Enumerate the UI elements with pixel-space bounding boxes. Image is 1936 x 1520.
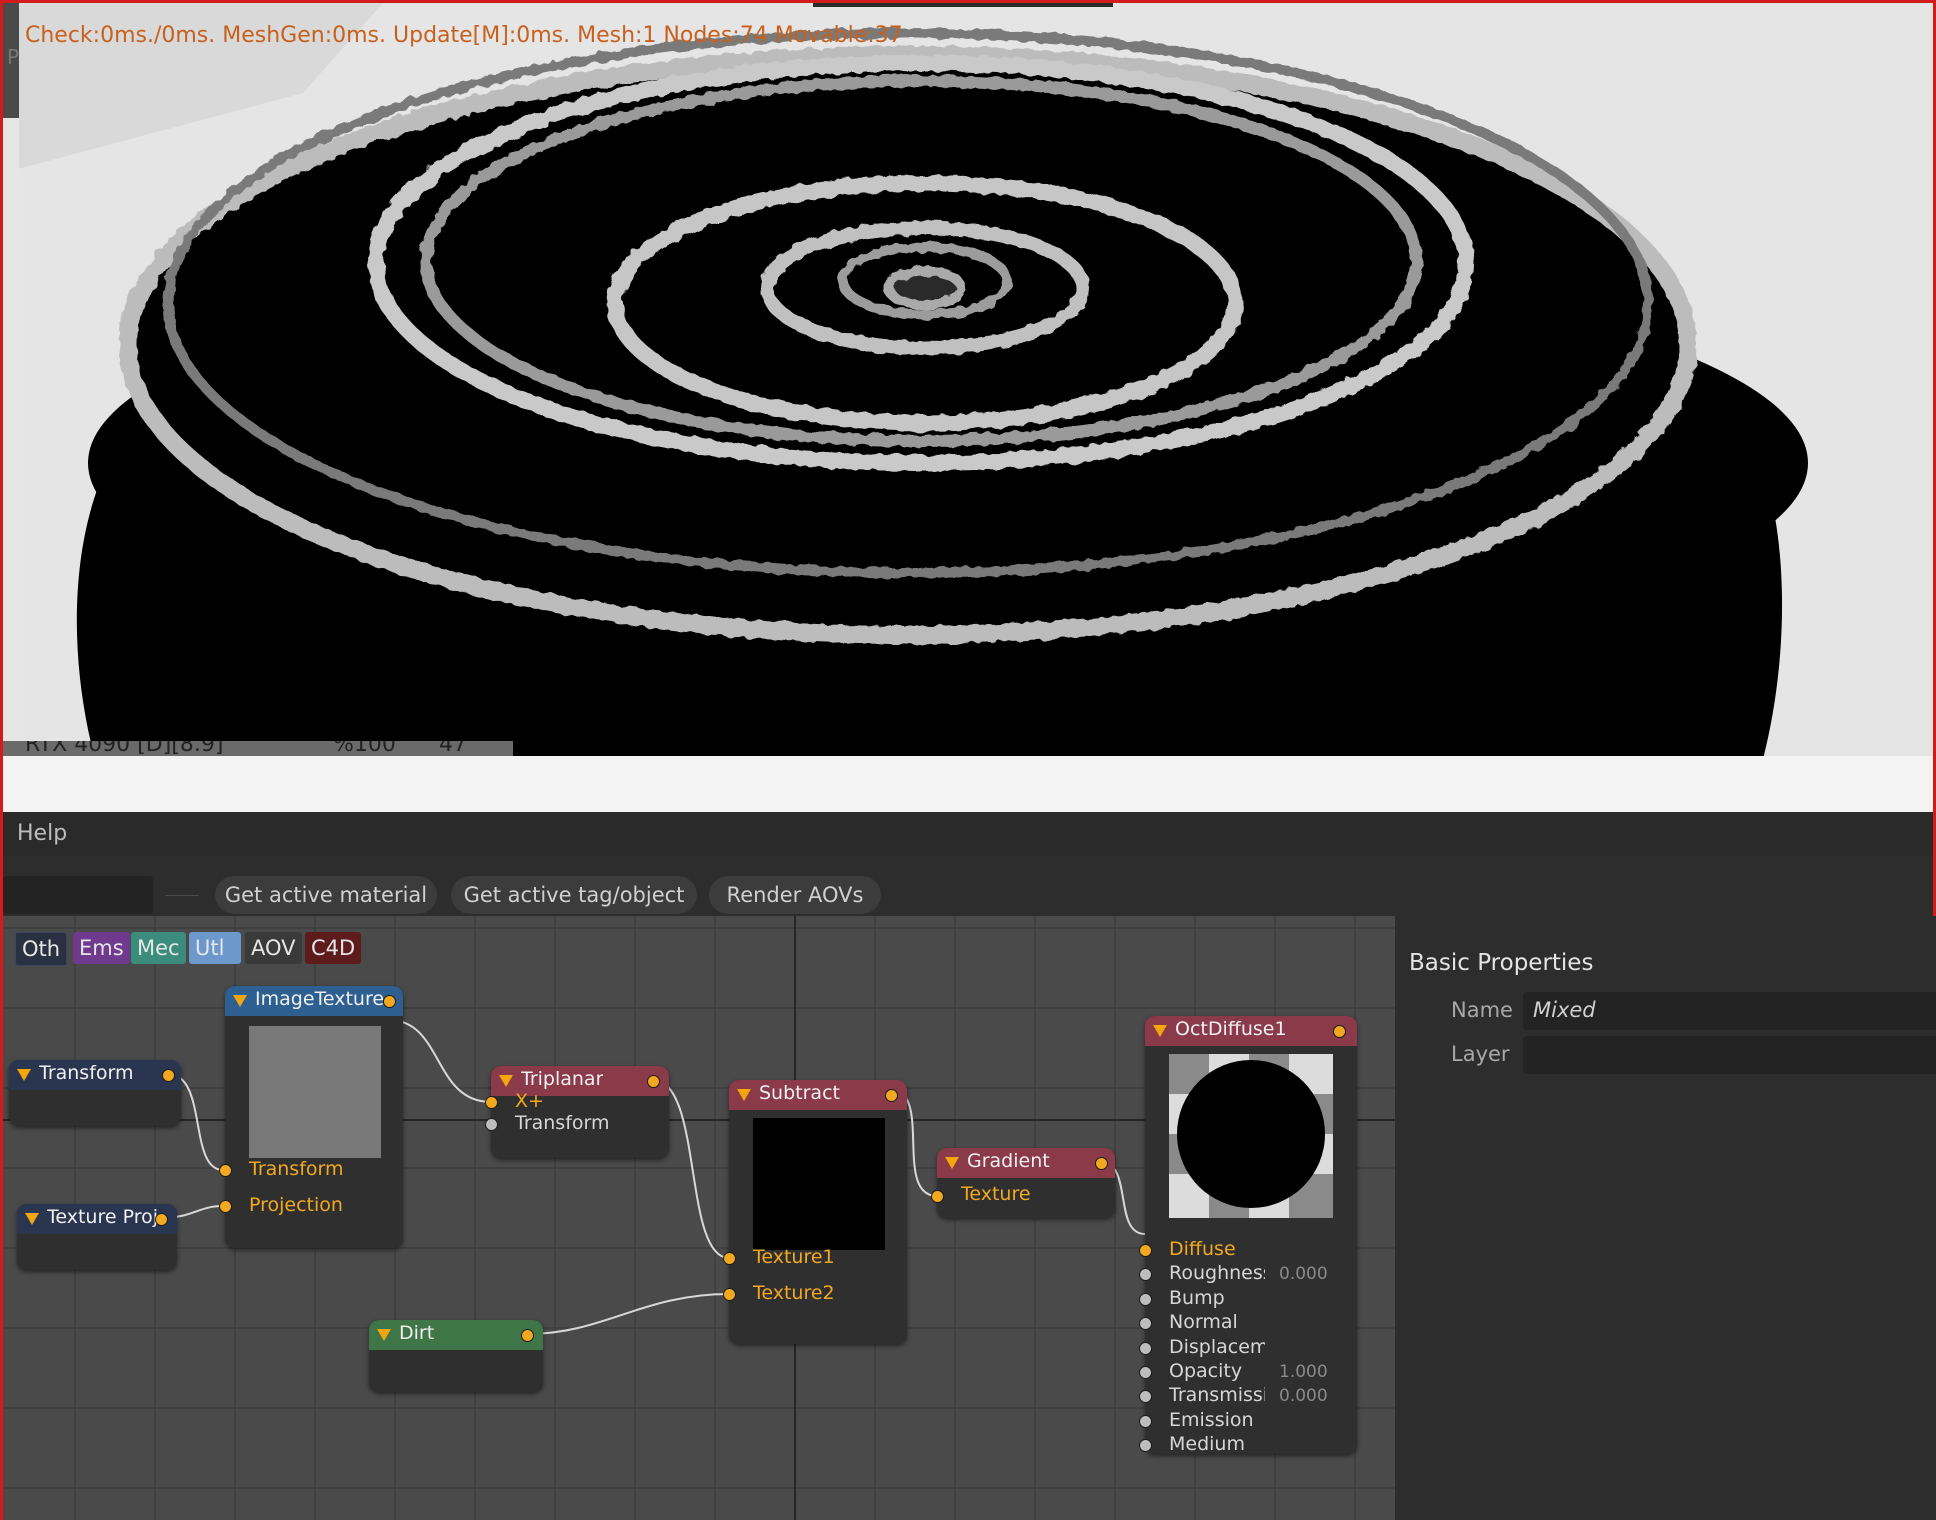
- input-port[interactable]: [723, 1252, 736, 1265]
- dirt-node[interactable]: Dirt: [369, 1320, 543, 1392]
- pin-label: Bump: [1169, 1286, 1225, 1309]
- input-port[interactable]: [219, 1200, 232, 1213]
- pin-label: Texture: [961, 1183, 1031, 1205]
- gpu-percent-label: %100: [333, 741, 396, 756]
- pin-value[interactable]: 0.000: [1279, 1386, 1328, 1406]
- texture-projection-node[interactable]: Texture Proj: [17, 1204, 177, 1270]
- collapse-triangle-icon[interactable]: [737, 1089, 751, 1101]
- subtract-node[interactable]: Subtract Texture1 Texture2: [723, 1080, 907, 1344]
- layer-field[interactable]: [1523, 1036, 1936, 1074]
- pin-label: Projection: [249, 1194, 343, 1216]
- output-port[interactable]: [383, 995, 396, 1008]
- input-port[interactable]: [1139, 1414, 1152, 1428]
- subtract-preview: [753, 1118, 885, 1250]
- toolbar-divider: [165, 895, 199, 896]
- collapse-triangle-icon[interactable]: [945, 1157, 959, 1169]
- performance-stats: Check:0ms./0ms. MeshGen:0ms. Update[M]:0…: [25, 23, 903, 48]
- input-port[interactable]: [1139, 1244, 1152, 1257]
- node-title: Subtract: [759, 1082, 840, 1104]
- collapse-triangle-icon[interactable]: [233, 995, 247, 1007]
- pin-label: Texture1: [753, 1246, 835, 1268]
- collapse-triangle-icon[interactable]: [499, 1075, 513, 1087]
- pin-value[interactable]: 1.000: [1279, 1362, 1328, 1382]
- gpu-device-label: RTX 4090 [D][8.9]: [25, 741, 224, 756]
- triplanar-node[interactable]: Triplanar X+ Transform: [485, 1066, 669, 1158]
- node-title: Transform: [39, 1062, 134, 1084]
- toolbar-search-field[interactable]: [3, 876, 153, 914]
- pin-label: Roughness: [1169, 1262, 1265, 1285]
- pin-label: Texture2: [753, 1282, 835, 1304]
- layer-label: Layer: [1451, 1042, 1510, 1066]
- pin-label: Transform: [515, 1112, 610, 1134]
- tag-ems[interactable]: Ems: [73, 932, 130, 964]
- pin-label: Transform: [249, 1158, 344, 1180]
- tag-oth[interactable]: Oth: [15, 932, 68, 966]
- input-port[interactable]: [1139, 1366, 1152, 1379]
- menu-item-help[interactable]: Help: [17, 821, 67, 846]
- gpu-status-bar: RTX 4090 [D][8.9] %100 47: [3, 741, 513, 756]
- pin-value[interactable]: 0.000: [1279, 1264, 1328, 1284]
- get-active-tag-object-button[interactable]: Get active tag/object: [451, 876, 697, 914]
- input-port[interactable]: [1139, 1292, 1152, 1306]
- node-title: Texture Proj: [47, 1206, 159, 1228]
- pin-label: Normal: [1169, 1311, 1238, 1334]
- name-label: Name: [1451, 998, 1513, 1022]
- output-port[interactable]: [521, 1329, 534, 1342]
- node-title: ImageTexture: [255, 988, 385, 1010]
- pin-label: Emission: [1169, 1408, 1254, 1431]
- output-port[interactable]: [885, 1089, 898, 1102]
- collapse-triangle-icon[interactable]: [25, 1213, 39, 1225]
- name-field[interactable]: Mixed: [1523, 992, 1936, 1030]
- pin-label: Medium: [1169, 1433, 1245, 1456]
- material-preview-sphere: [1169, 1054, 1333, 1218]
- node-title: OctDiffuse1: [1175, 1018, 1287, 1040]
- tag-utl[interactable]: Utl: [189, 932, 241, 964]
- collapse-triangle-icon[interactable]: [377, 1329, 391, 1341]
- gradient-node[interactable]: Gradient Texture: [931, 1148, 1115, 1218]
- output-port[interactable]: [1095, 1157, 1108, 1170]
- get-active-material-button[interactable]: Get active material: [215, 876, 437, 914]
- collapse-triangle-icon[interactable]: [17, 1069, 31, 1081]
- pin-label: Displacement: [1169, 1335, 1265, 1358]
- render-aovs-button[interactable]: Render AOVs: [709, 876, 881, 914]
- properties-heading: Basic Properties: [1409, 950, 1594, 976]
- node-graph-canvas[interactable]: Oth Ems Mec Utl AOV C4D Transform Textur…: [3, 916, 1395, 1520]
- node-editor-window: Help Get active material Get active tag/…: [0, 812, 1936, 1520]
- input-port[interactable]: [723, 1288, 736, 1301]
- image-texture-node[interactable]: ImageTexture Transform Projection: [219, 986, 403, 1248]
- panel-tab-label[interactable]: P: [7, 45, 19, 69]
- viewport-divider[interactable]: [0, 756, 1936, 812]
- properties-panel: Basic Properties Name Mixed Layer: [1395, 916, 1936, 1520]
- name-field-value: Mixed: [1533, 998, 1596, 1022]
- input-port[interactable]: [219, 1164, 232, 1177]
- tag-mec[interactable]: Mec: [131, 932, 186, 964]
- input-port[interactable]: [485, 1096, 498, 1109]
- output-port[interactable]: [1333, 1025, 1346, 1038]
- texture-preview: [249, 1026, 381, 1158]
- tag-c4d[interactable]: C4D: [305, 932, 362, 964]
- output-port[interactable]: [155, 1213, 168, 1226]
- toolbar: Get active material Get active tag/objec…: [3, 856, 1933, 914]
- pin-label: Transmissi: [1169, 1384, 1265, 1407]
- pin-label: Diffuse: [1169, 1238, 1236, 1260]
- node-title: Dirt: [399, 1322, 435, 1344]
- tag-aov[interactable]: AOV: [245, 932, 302, 964]
- rendered-scene: [3, 3, 1933, 756]
- pin-label: X+: [515, 1090, 544, 1112]
- gpu-value-label: 47: [439, 741, 467, 756]
- pin-label: Opacity: [1169, 1360, 1243, 1382]
- input-port[interactable]: [1139, 1341, 1152, 1355]
- render-viewport[interactable]: Check:0ms./0ms. MeshGen:0ms. Update[M]:0…: [0, 0, 1936, 756]
- output-port[interactable]: [647, 1075, 660, 1088]
- node-title: Gradient: [967, 1150, 1050, 1172]
- input-port[interactable]: [931, 1190, 944, 1203]
- transform-node[interactable]: Transform: [9, 1060, 181, 1126]
- collapse-triangle-icon[interactable]: [1153, 1025, 1167, 1037]
- input-port[interactable]: [485, 1118, 498, 1131]
- output-port[interactable]: [162, 1069, 175, 1082]
- node-title: Triplanar: [521, 1068, 604, 1090]
- menu-bar: Help: [3, 812, 1933, 857]
